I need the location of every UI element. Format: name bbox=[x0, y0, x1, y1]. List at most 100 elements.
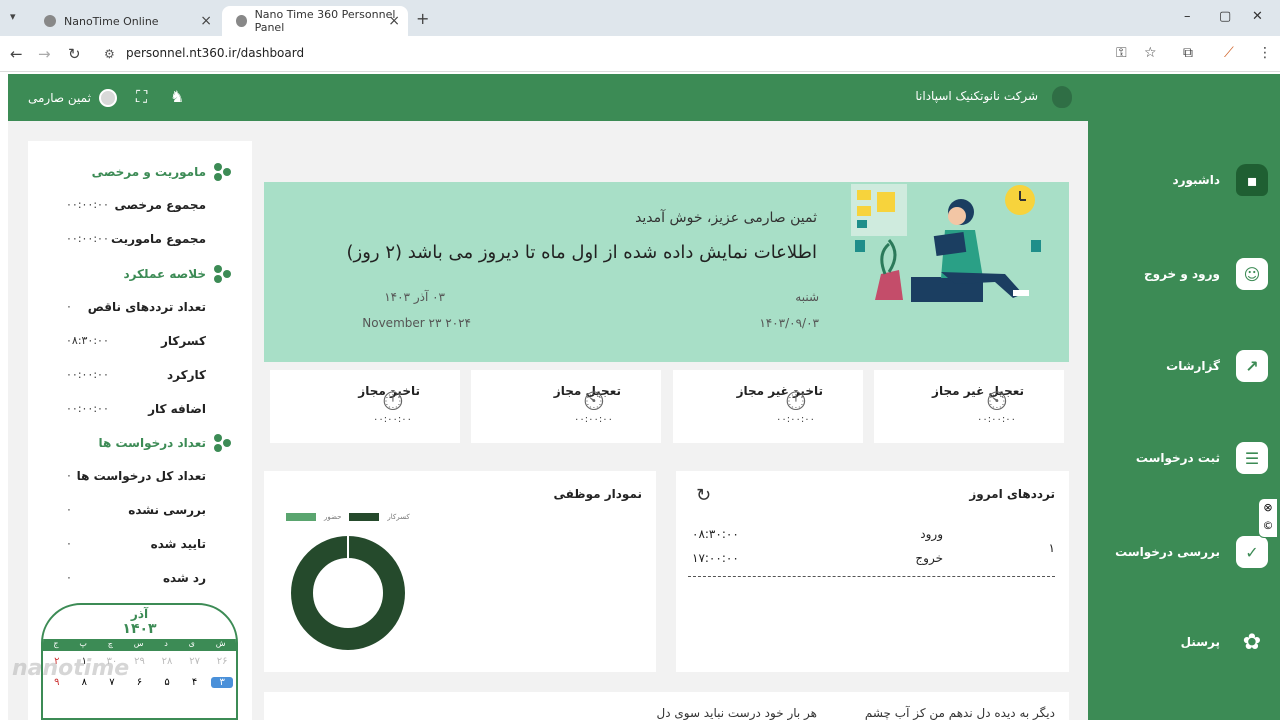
divider bbox=[688, 576, 1055, 577]
calendar-day[interactable]: ۲۸ bbox=[156, 656, 178, 667]
exit-time: ۱۷:۰۰:۰۰ bbox=[692, 551, 739, 565]
clipboard-icon: ☰ bbox=[1236, 442, 1268, 474]
sidebar-item-label: داشبورد bbox=[1172, 173, 1220, 187]
tab-title: NanoTime Online bbox=[64, 14, 159, 28]
sidebar-item-label: بررسی درخواست bbox=[1115, 545, 1220, 559]
fullscreen-icon[interactable]: ⛶ bbox=[136, 87, 147, 107]
side-widget[interactable]: ⊗ © bbox=[1258, 498, 1278, 538]
exit-label: خروج bbox=[915, 551, 943, 565]
runner-icon: ⏱ bbox=[785, 384, 807, 417]
info-text: اطلاعات نمایش داده شده از اول ماه تا دیر… bbox=[346, 242, 817, 263]
section-title-performance: خلاصه عملکرد bbox=[123, 265, 232, 283]
stat-row: مجموع مرخصی ۰۰:۰۰:۰۰ bbox=[66, 198, 206, 212]
site-info-icon[interactable]: ⚙ bbox=[104, 47, 115, 61]
user-menu[interactable]: ثمین صارمی bbox=[28, 89, 117, 107]
sidebar-item-submit-request[interactable]: ثبت درخواست ☰ bbox=[1098, 438, 1268, 478]
stat-row: مجموع ماموریت ۰۰:۰۰:۰۰ bbox=[66, 232, 206, 246]
calendar-day[interactable]: ۵ bbox=[156, 677, 178, 688]
chart-icon: ↗ bbox=[1236, 350, 1268, 382]
back-icon[interactable]: ← bbox=[10, 45, 23, 63]
quote-box: دیگر به دیده دل ندهم من کز آب چشم هر بار… bbox=[264, 692, 1069, 720]
dots-icon bbox=[214, 265, 232, 283]
stat-row: تعداد ترددهای ناقص ۰ bbox=[66, 300, 206, 314]
quote-text-right: دیگر به دیده دل ندهم من کز آب چشم bbox=[864, 706, 1055, 720]
star-icon[interactable]: ☆ bbox=[1144, 45, 1157, 61]
address-bar-row: ← → ↻ ⚙ personnel.nt360.ir/dashboard ⚿ ☆… bbox=[0, 36, 1280, 72]
calendar-day[interactable]: ۴ bbox=[184, 677, 206, 688]
entry-label: ورود bbox=[920, 527, 943, 541]
close-icon[interactable]: × bbox=[388, 13, 400, 29]
close-icon[interactable]: ⊗ bbox=[1259, 499, 1277, 517]
sidebar-item-entry-exit[interactable]: ورود و خروج ☺ bbox=[1098, 254, 1268, 294]
runner-icon: ⏱ bbox=[382, 384, 404, 417]
donut-chart bbox=[291, 536, 405, 650]
quote-text-left: هر بار خود درست نباید سوی دل bbox=[656, 706, 817, 720]
donut-slice-0[interactable] bbox=[291, 536, 405, 650]
browser-tab-strip: ▾ NanoTime Online × Nano Time 360 Person… bbox=[0, 0, 1280, 36]
browser-tab[interactable]: NanoTime Online × bbox=[30, 6, 220, 36]
app-header: ثمین صارمی ⛶ ♞ شرکت نانوتکنیک اسپادانا bbox=[8, 74, 1088, 121]
shield-icon bbox=[236, 15, 247, 27]
attendance-chart-panel: نمودار موظفی حضور کسرکار bbox=[264, 471, 656, 672]
calendar-month: آذر bbox=[130, 607, 149, 621]
forward-icon[interactable]: → bbox=[38, 45, 51, 63]
stat-row: رد شده ۰ bbox=[66, 571, 206, 585]
menu-icon[interactable]: ⋮ bbox=[1258, 45, 1272, 61]
working-person-illustration bbox=[851, 184, 1041, 302]
tab-title: Nano Time 360 Personnel Panel bbox=[254, 8, 396, 34]
sidebar-item-label: ثبت درخواست bbox=[1135, 451, 1220, 465]
stat-card-unpermitted-early-leave: تعجیل غیر مجاز ۰۰:۰۰:۰۰ ⏲ bbox=[874, 370, 1064, 443]
date-gregorian: November ۲۳ ۲۰۲۴ bbox=[362, 316, 471, 330]
sidebar-item-label: پرسنل bbox=[1180, 635, 1220, 649]
maximize-icon[interactable]: ▢ bbox=[1219, 9, 1231, 24]
minimize-icon[interactable]: – bbox=[1184, 9, 1191, 24]
date-persian-numeric: ۱۴۰۳/۰۹/۰۳ bbox=[759, 316, 819, 330]
android-icon[interactable]: ♞ bbox=[170, 87, 184, 106]
section-title-requests: تعداد درخواست ها bbox=[98, 434, 232, 452]
calendar-day[interactable]: ۶ bbox=[128, 677, 150, 688]
refresh-icon[interactable]: ↻ bbox=[696, 485, 711, 506]
walking-clock-icon: ⏲ bbox=[583, 384, 605, 417]
home-icon: ▪ bbox=[1236, 164, 1268, 196]
greeting-text: ثمین صارمی عزیز، خوش آمدید bbox=[635, 210, 817, 226]
watermark-logo: nanotime bbox=[12, 656, 130, 681]
user-name: ثمین صارمی bbox=[28, 91, 91, 105]
close-icon[interactable]: × bbox=[200, 13, 212, 29]
sidebar-item-review-request[interactable]: بررسی درخواست ✓ bbox=[1098, 532, 1268, 572]
stat-row: بررسی نشده ۰ bbox=[66, 503, 206, 517]
user-check-icon: ☺ bbox=[1236, 258, 1268, 290]
calendar-day[interactable]: ۲۶ bbox=[211, 656, 233, 667]
walking-clock-icon: ⏲ bbox=[986, 384, 1008, 417]
stat-card-permitted-delay: تاخیر مجاز ۰۰:۰۰:۰۰ ⏱ bbox=[270, 370, 460, 443]
extension-icon[interactable]: ⟋ bbox=[1224, 45, 1234, 61]
stat-card-unpermitted-delay: تاخیر غیر مجاز ۰۰:۰۰:۰۰ ⏱ bbox=[673, 370, 863, 443]
sidebar-item-dashboard[interactable]: داشبورد ▪ bbox=[1098, 160, 1268, 200]
extensions-icon[interactable]: ⧉ bbox=[1183, 45, 1193, 61]
new-tab-icon[interactable]: + bbox=[416, 9, 429, 28]
traffic-title: ترددهای امروز bbox=[969, 487, 1055, 501]
sidebar-item-personnel[interactable]: پرسنل ✿ bbox=[1098, 622, 1268, 662]
sidebar-item-label: گزارشات bbox=[1166, 359, 1220, 373]
reload-icon[interactable]: ↻ bbox=[68, 45, 81, 63]
company-name: شرکت نانوتکنیک اسپادانا bbox=[915, 89, 1038, 103]
dots-icon bbox=[214, 163, 232, 181]
sidebar-item-reports[interactable]: گزارشات ↗ bbox=[1098, 346, 1268, 386]
key-icon[interactable]: ⚿ bbox=[1116, 45, 1127, 61]
info-icon[interactable]: © bbox=[1259, 517, 1277, 535]
shield-icon bbox=[44, 15, 56, 27]
sidebar-item-label: ورود و خروج bbox=[1143, 267, 1220, 281]
stat-row: تایید شده ۰ bbox=[66, 537, 206, 551]
today-traffic-panel: ترددهای امروز ↻ ۱ ورود ۰۸:۳۰:۰۰ خروج ۱۷:… bbox=[676, 471, 1069, 672]
chart-title: نمودار موظفی bbox=[553, 487, 642, 501]
traffic-index: ۱ bbox=[1048, 541, 1055, 555]
calendar-day[interactable]: ۲۹ bbox=[128, 656, 150, 667]
calendar-day-today[interactable]: ۳ bbox=[211, 677, 234, 688]
browser-tab-active[interactable]: Nano Time 360 Personnel Panel × bbox=[222, 6, 408, 36]
window-close-icon[interactable]: ✕ bbox=[1252, 9, 1263, 24]
company-logo bbox=[1052, 86, 1072, 108]
tab-list-icon[interactable]: ▾ bbox=[10, 10, 16, 23]
stat-row: اضافه کار ۰۰:۰۰:۰۰ bbox=[66, 402, 206, 416]
url-field[interactable]: personnel.nt360.ir/dashboard bbox=[126, 46, 304, 60]
calendar-day[interactable]: ۲۷ bbox=[184, 656, 206, 667]
sidebar: داشبورد ▪ ورود و خروج ☺ گزارشات ↗ ثبت در… bbox=[1088, 74, 1280, 720]
